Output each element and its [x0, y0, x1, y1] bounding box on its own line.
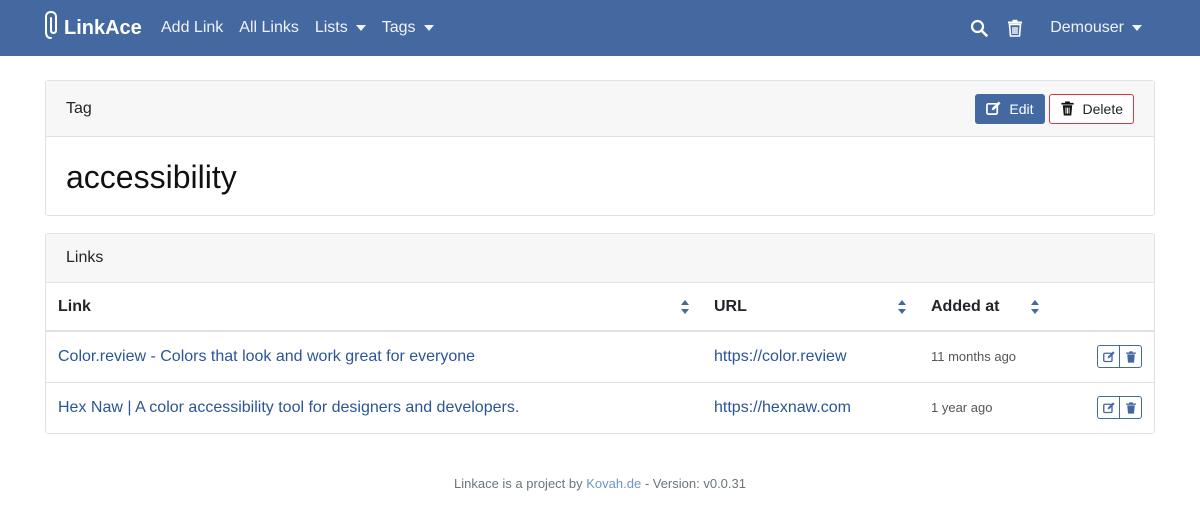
column-header-url[interactable]: URL: [702, 283, 919, 332]
column-header-added-at[interactable]: Added at: [919, 283, 1052, 332]
delete-button[interactable]: Delete: [1048, 93, 1134, 124]
chevron-down-icon: [423, 25, 434, 31]
edit-button-label: Edit: [1009, 100, 1034, 117]
tag-card: Tag Edit Delete accessibility: [45, 80, 1155, 216]
table-row: Hex Naw | A color accessibility tool for…: [46, 382, 1154, 433]
delete-button-label: Delete: [1082, 100, 1123, 117]
user-name: Demouser: [1050, 19, 1124, 36]
column-header-added-at-label: Added at: [931, 297, 1000, 315]
nav-all-links-label: All Links: [239, 19, 299, 36]
trash-icon: [1125, 402, 1136, 414]
edit-icon: [1102, 351, 1115, 362]
link-title[interactable]: Hex Naw | A color accessibility tool for…: [58, 399, 519, 416]
chevron-down-icon: [1132, 25, 1142, 31]
links-card-header: Links: [46, 234, 1154, 283]
edit-link-button[interactable]: [1097, 396, 1120, 420]
main-nav: Add Link All Links Lists Tags: [161, 0, 450, 56]
nav-all-links[interactable]: All Links: [239, 19, 299, 37]
link-added-at: 1 year ago: [931, 399, 993, 415]
links-card: Links Link URL Added at Color.review - C…: [45, 233, 1155, 434]
link-added-at: 11 months ago: [931, 348, 1017, 364]
delete-link-button[interactable]: [1119, 396, 1142, 420]
brand-name: LinkAce: [64, 16, 142, 39]
row-actions: [1064, 396, 1142, 420]
paperclip-icon: [44, 10, 58, 46]
navbar: LinkAce Add Link All Links Lists Tags De…: [0, 0, 1200, 56]
link-url[interactable]: https://hexnaw.com: [714, 399, 851, 416]
edit-link-button[interactable]: [1097, 345, 1120, 369]
nav-add-link-label: Add Link: [161, 19, 224, 36]
edit-icon: [1102, 402, 1115, 413]
table-row: Color.review - Colors that look and work…: [46, 331, 1154, 383]
link-title[interactable]: Color.review - Colors that look and work…: [58, 348, 475, 365]
tag-card-header-label: Tag: [66, 99, 92, 117]
column-header-link[interactable]: Link: [46, 283, 702, 332]
trash-icon: [1125, 351, 1136, 363]
sort-icon: [681, 299, 689, 314]
chevron-down-icon: [355, 25, 366, 31]
trash-icon[interactable]: [1006, 19, 1024, 37]
nav-right: Demouser: [970, 0, 1142, 56]
footer-prefix: Linkace is a project by: [454, 476, 583, 491]
edit-icon: [986, 101, 1001, 116]
nav-add-link[interactable]: Add Link: [161, 19, 223, 37]
column-header-url-label: URL: [714, 297, 747, 315]
tag-card-header: Tag Edit Delete: [46, 81, 1154, 137]
nav-tags-dropdown[interactable]: Tags: [382, 19, 434, 37]
brand-logo[interactable]: LinkAce: [44, 10, 142, 46]
footer-author-link[interactable]: Kovah.de: [586, 476, 641, 491]
user-menu-dropdown[interactable]: Demouser: [1050, 19, 1142, 37]
sort-icon: [1031, 299, 1039, 314]
footer: Linkace is a project by Kovah.de - Versi…: [0, 476, 1200, 491]
column-header-actions: [1052, 283, 1154, 332]
tag-name-heading: accessibility: [66, 159, 237, 195]
table-header-row: Link URL Added at: [46, 283, 1154, 332]
links-card-header-label: Links: [66, 249, 104, 266]
tag-actions: Edit Delete: [975, 93, 1134, 124]
link-url[interactable]: https://color.review: [714, 348, 847, 365]
nav-lists-dropdown[interactable]: Lists: [315, 19, 366, 37]
trash-icon: [1060, 101, 1075, 116]
row-actions: [1064, 345, 1142, 369]
edit-button[interactable]: Edit: [975, 93, 1045, 124]
links-table: Link URL Added at Color.review - Colors …: [46, 283, 1154, 433]
nav-lists-label: Lists: [314, 19, 348, 36]
column-header-link-label: Link: [58, 297, 91, 315]
nav-tags-label: Tags: [381, 19, 416, 36]
sort-icon: [898, 299, 906, 314]
search-icon[interactable]: [970, 19, 988, 37]
footer-version: - Version: v0.0.31: [644, 476, 746, 491]
delete-link-button[interactable]: [1119, 345, 1142, 369]
